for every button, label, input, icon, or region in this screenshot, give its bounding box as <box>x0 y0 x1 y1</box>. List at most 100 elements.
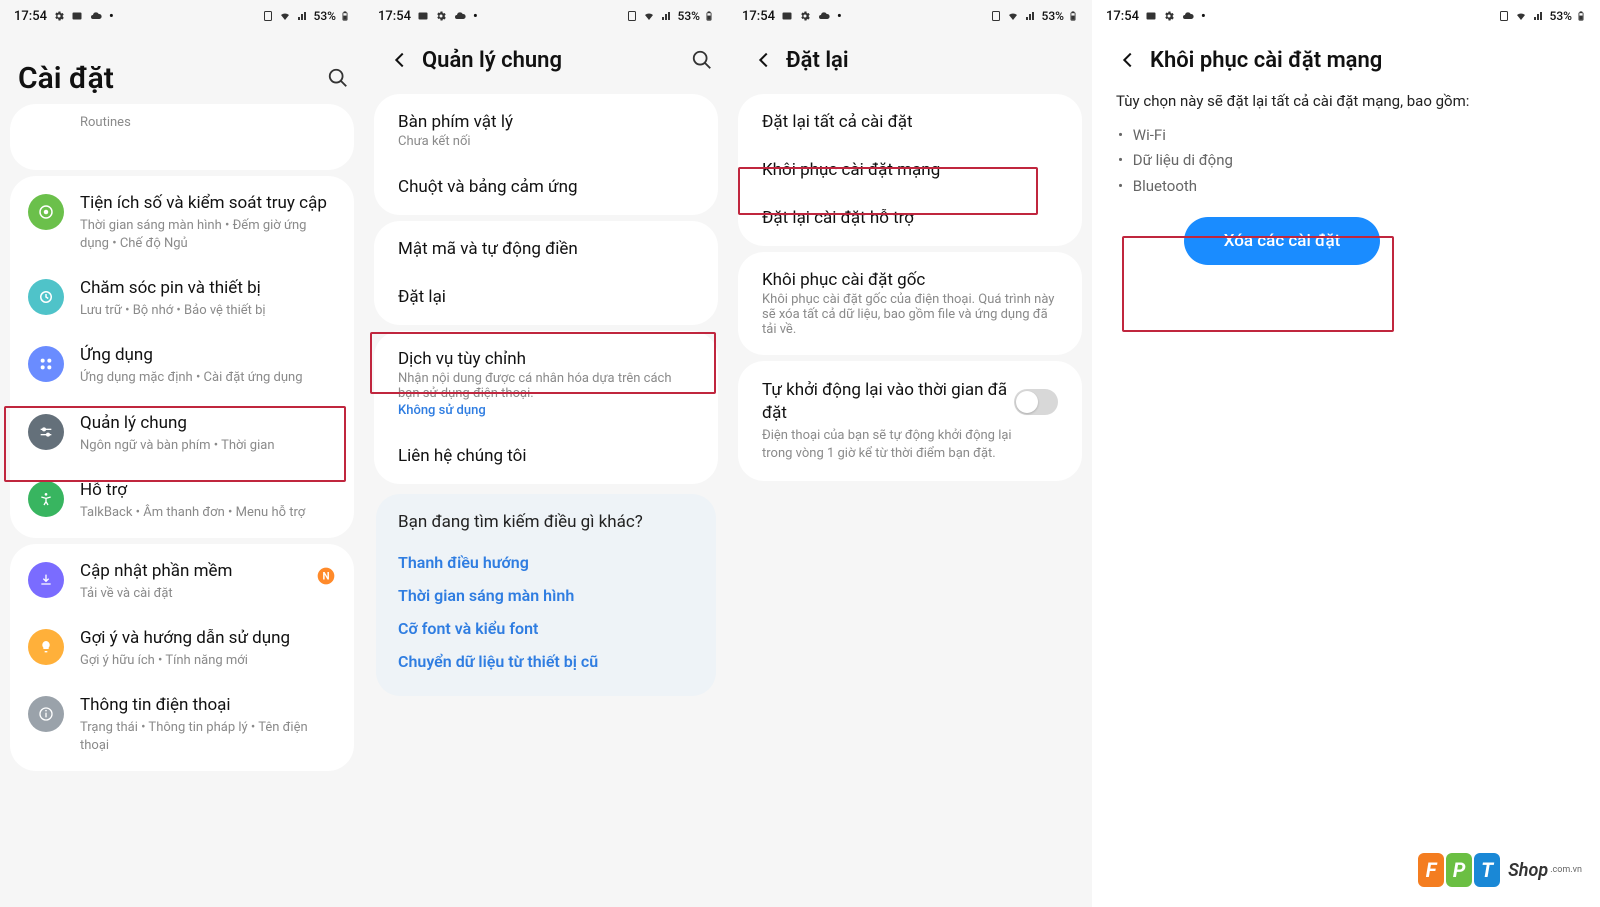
settings-item-sub: Ứng dụng mặc định • Cài đặt ứng dụng <box>80 369 336 387</box>
image-icon <box>71 10 83 22</box>
nfc-icon <box>626 9 638 23</box>
settings-item-device-care[interactable]: Chăm sóc pin và thiết bị Lưu trữ • Bộ nh… <box>10 265 354 332</box>
settings-item-label: Tiện ích số và kiểm soát truy cập <box>80 192 336 215</box>
settings-item-digital-wellbeing[interactable]: Tiện ích số và kiểm soát truy cập Thời g… <box>10 180 354 265</box>
settings-item-sub: TalkBack • Âm thanh đơn • Menu hỗ trợ <box>80 504 336 522</box>
settings-item-general[interactable]: Quản lý chung Ngôn ngữ và bàn phím • Thờ… <box>10 400 354 467</box>
bullet-wifi: Wi-Fi <box>1116 123 1576 149</box>
item-sub: Khôi phục cài đặt gốc của điện thoại. Qu… <box>762 292 1058 337</box>
battery-icon <box>704 9 714 23</box>
item-auto-restart[interactable]: Tự khởi động lại vào thời gian đã đặt Đi… <box>738 365 1082 477</box>
wifi-icon <box>642 10 656 22</box>
battery-icon <box>1068 9 1078 23</box>
item-mouse-trackpad[interactable]: Chuột và bảng cảm ứng <box>374 163 718 211</box>
suggestion-link-screen-timeout[interactable]: Thời gian sáng màn hình <box>398 579 694 612</box>
tips-icon <box>28 629 64 665</box>
item-physical-keyboard[interactable]: Bàn phím vật lý Chưa kết nối <box>374 98 718 163</box>
search-icon[interactable] <box>682 40 722 80</box>
item-status: Không sử dụng <box>398 403 694 418</box>
notification-badge-icon: N <box>316 566 336 586</box>
item-factory-reset[interactable]: Khôi phục cài đặt gốc Khôi phục cài đặt … <box>738 256 1082 351</box>
software-update-icon <box>28 562 64 598</box>
cloud-icon <box>453 10 467 22</box>
suggestion-link-font-size[interactable]: Cỡ font và kiểu font <box>398 612 694 645</box>
page-title: Khôi phục cài đặt mạng <box>1150 48 1594 73</box>
settings-item-sub: Ngôn ngữ và bàn phím • Thời gian <box>80 437 336 455</box>
settings-item-label: Ứng dụng <box>80 344 336 367</box>
auto-restart-toggle[interactable] <box>1014 389 1058 415</box>
wifi-icon <box>278 10 292 22</box>
battery-text: 53% <box>1550 9 1572 23</box>
image-icon <box>781 10 793 22</box>
settings-item-label: Hỗ trợ <box>80 479 336 502</box>
item-contact-us[interactable]: Liên hệ chúng tôi <box>374 432 718 480</box>
back-button[interactable] <box>746 42 782 78</box>
apps-icon <box>28 346 64 382</box>
page-title: Quản lý chung <box>422 48 682 73</box>
battery-text: 53% <box>678 9 700 23</box>
status-time: 17:54 <box>742 9 775 24</box>
page-title: Đặt lại <box>786 48 1086 73</box>
more-icon: • <box>837 9 842 24</box>
status-bar: 17:54 • 53% <box>0 0 364 32</box>
item-customization-service[interactable]: Dịch vụ tùy chỉnh Nhận nội dung được cá … <box>374 335 718 432</box>
more-icon: • <box>109 9 114 24</box>
accessibility-icon <box>28 481 64 517</box>
item-label: Bàn phím vật lý <box>398 112 694 132</box>
item-reset-all-settings[interactable]: Đặt lại tất cả cài đặt <box>738 98 1082 146</box>
nfc-icon <box>990 9 1002 23</box>
item-sub: Nhận nội dung được cá nhân hóa dựa trên … <box>398 371 694 401</box>
back-button[interactable] <box>1110 42 1146 78</box>
settings-item-label: Gợi ý và hướng dẫn sử dụng <box>80 627 336 650</box>
reset-header: Đặt lại <box>728 32 1092 88</box>
device-care-icon <box>28 279 64 315</box>
reset-settings-button[interactable]: Xóa các cài đặt <box>1184 217 1381 265</box>
item-label: Đặt lại <box>398 287 694 307</box>
general-management-icon <box>28 414 64 450</box>
gear-icon <box>1163 10 1175 22</box>
image-icon <box>417 10 429 22</box>
cloud-icon <box>1181 10 1195 22</box>
suggestions-card: Bạn đang tìm kiếm điều gì khác? Thanh đi… <box>376 494 716 696</box>
image-icon <box>1145 10 1157 22</box>
general-management-header: Quản lý chung <box>364 32 728 88</box>
settings-item-label: Quản lý chung <box>80 412 336 435</box>
bullet-bluetooth: Bluetooth <box>1116 174 1576 200</box>
settings-item-about-phone[interactable]: Thông tin điện thoại Trạng thái • Thông … <box>10 682 354 767</box>
item-label: Dịch vụ tùy chỉnh <box>398 349 694 369</box>
item-reset-accessibility-settings[interactable]: Đặt lại cài đặt hỗ trợ <box>738 194 1082 242</box>
settings-item-accessibility[interactable]: Hỗ trợ TalkBack • Âm thanh đơn • Menu hỗ… <box>10 467 354 534</box>
suggestions-heading: Bạn đang tìm kiếm điều gì khác? <box>398 512 694 532</box>
item-reset[interactable]: Đặt lại <box>374 273 718 321</box>
battery-icon <box>1576 9 1586 23</box>
item-label: Chuột và bảng cảm ứng <box>398 177 694 197</box>
status-time: 17:54 <box>14 9 47 24</box>
suggestion-link-transfer-data[interactable]: Chuyển dữ liệu từ thiết bị cũ <box>398 645 694 678</box>
item-label: Đặt lại tất cả cài đặt <box>762 112 1058 132</box>
settings-item-tips[interactable]: Gợi ý và hướng dẫn sử dụng Gợi ý hữu ích… <box>10 615 354 682</box>
item-label: Liên hệ chúng tôi <box>398 446 694 466</box>
item-reset-network-settings[interactable]: Khôi phục cài đặt mạng <box>738 146 1082 194</box>
settings-item-sub: Lưu trữ • Bộ nhớ • Bảo vệ thiết bị <box>80 302 336 320</box>
signal-icon <box>296 10 310 22</box>
reset-network-header: Khôi phục cài đặt mạng <box>1092 32 1600 88</box>
item-label: Mật mã và tự động điền <box>398 239 694 259</box>
wifi-icon <box>1006 10 1020 22</box>
settings-item-routines[interactable]: Routines <box>10 108 354 162</box>
settings-item-label: Chăm sóc pin và thiết bị <box>80 277 336 300</box>
settings-item-sub: Thời gian sáng màn hình • Đếm giờ ứng dụ… <box>80 217 336 253</box>
settings-item-label: Routines <box>80 114 336 132</box>
suggestion-link-nav-bar[interactable]: Thanh điều hướng <box>398 546 694 579</box>
status-bar: 17:54 • 53% <box>728 0 1092 32</box>
gear-icon <box>799 10 811 22</box>
back-button[interactable] <box>382 42 418 78</box>
status-time: 17:54 <box>1106 9 1139 24</box>
signal-icon <box>660 10 674 22</box>
item-sub: Điện thoại của bạn sẽ tự động khởi động … <box>762 427 1014 463</box>
settings-item-software-update[interactable]: Cập nhật phần mềm Tải về và cài đặt N <box>10 548 354 615</box>
signal-icon <box>1532 10 1546 22</box>
gear-icon <box>435 10 447 22</box>
settings-item-apps[interactable]: Ứng dụng Ứng dụng mặc định • Cài đặt ứng… <box>10 332 354 399</box>
item-passwords-autofill[interactable]: Mật mã và tự động điền <box>374 225 718 273</box>
search-icon[interactable] <box>318 58 358 98</box>
